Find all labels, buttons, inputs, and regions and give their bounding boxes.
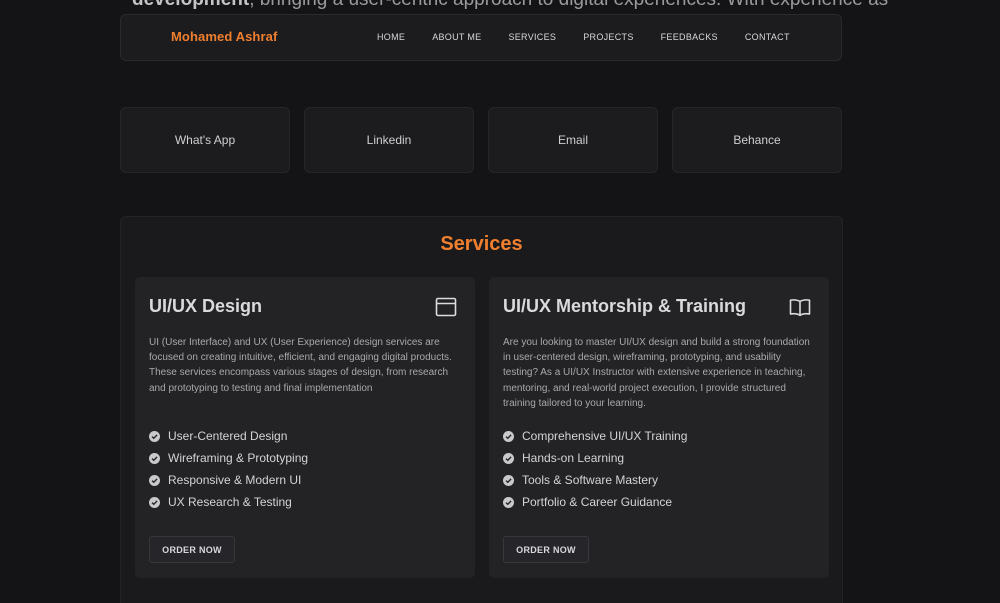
- feature-label: Comprehensive UI/UX Training: [522, 429, 688, 443]
- contact-linkedin-card[interactable]: Linkedin: [304, 107, 474, 173]
- open-book-icon: [789, 299, 811, 317]
- feature-label: Tools & Software Mastery: [522, 473, 659, 487]
- feature-label: Portfolio & Career Guidance: [522, 495, 673, 509]
- service-card-uiux-design: UI/UX Design UI (User Interface) and UX …: [135, 277, 475, 578]
- feature-label: UX Research & Testing: [168, 495, 292, 509]
- check-circle-icon: [149, 496, 160, 508]
- feature-label: User-Centered Design: [168, 429, 288, 443]
- order-now-button[interactable]: ORDER NOW: [149, 536, 235, 563]
- check-circle-icon: [149, 452, 160, 464]
- feature-item: Tools & Software Mastery: [503, 469, 687, 491]
- browser-window-icon: [435, 297, 457, 317]
- service-feature-list: User-Centered Design Wireframing & Proto…: [149, 425, 308, 513]
- about-text-bold: development: [132, 0, 249, 10]
- page: development, bringing a user-centric app…: [0, 0, 1000, 603]
- nav-link-feedbacks[interactable]: FEEDBACKS: [661, 32, 718, 42]
- check-circle-icon: [503, 474, 514, 486]
- nav-link-about-me[interactable]: ABOUT ME: [432, 32, 481, 42]
- service-card-description: UI (User Interface) and UX (User Experie…: [149, 337, 452, 394]
- feature-label: Responsive & Modern UI: [168, 473, 302, 487]
- service-feature-list: Comprehensive UI/UX Training Hands-on Le…: [503, 425, 687, 513]
- feature-item: Hands-on Learning: [503, 447, 687, 469]
- services-section: Services UI/UX Design UI (User Interface…: [120, 216, 843, 603]
- about-text-behind-nav: development, bringing a user-centric app…: [132, 0, 888, 12]
- check-circle-icon: [149, 430, 160, 442]
- feature-item: Portfolio & Career Guidance: [503, 491, 687, 513]
- services-title: Services: [440, 233, 523, 255]
- feature-item: Comprehensive UI/UX Training: [503, 425, 687, 447]
- service-card-mentorship-training: UI/UX Mentorship & Training Are you look…: [489, 277, 829, 578]
- feature-item: User-Centered Design: [149, 425, 308, 447]
- about-text-rest: , bringing a user-centric approach to di…: [249, 0, 888, 10]
- nav-link-services[interactable]: SERVICES: [508, 32, 556, 42]
- check-circle-icon: [149, 474, 160, 486]
- feature-label: Hands-on Learning: [522, 451, 625, 465]
- service-card-description: Are you looking to master UI/UX design a…: [503, 337, 810, 409]
- feature-label: Wireframing & Prototyping: [168, 451, 309, 465]
- contact-links: What's App Linkedin Email Behance: [120, 107, 843, 173]
- navbar: Mohamed Ashraf HOME ABOUT ME SERVICES PR…: [120, 14, 842, 61]
- feature-item: Responsive & Modern UI: [149, 469, 308, 491]
- check-circle-icon: [503, 430, 514, 442]
- service-card-title: UI/UX Mentorship & Training: [503, 296, 747, 316]
- contact-email-card[interactable]: Email: [488, 107, 658, 173]
- check-circle-icon: [503, 496, 514, 508]
- check-circle-icon: [503, 452, 514, 464]
- nav-link-projects[interactable]: PROJECTS: [583, 32, 633, 42]
- brand-logo[interactable]: Mohamed Ashraf: [171, 29, 277, 44]
- contact-whatsapp-card[interactable]: What's App: [120, 107, 290, 173]
- nav-link-contact[interactable]: CONTACT: [745, 32, 790, 42]
- nav-link-home[interactable]: HOME: [377, 32, 405, 42]
- contact-behance-card[interactable]: Behance: [672, 107, 842, 173]
- service-card-title: UI/UX Design: [149, 296, 263, 316]
- feature-item: Wireframing & Prototyping: [149, 447, 308, 469]
- order-now-button[interactable]: ORDER NOW: [503, 536, 589, 563]
- nav-links: HOME ABOUT ME SERVICES PROJECTS FEEDBACK…: [377, 32, 817, 42]
- feature-item: UX Research & Testing: [149, 491, 308, 513]
